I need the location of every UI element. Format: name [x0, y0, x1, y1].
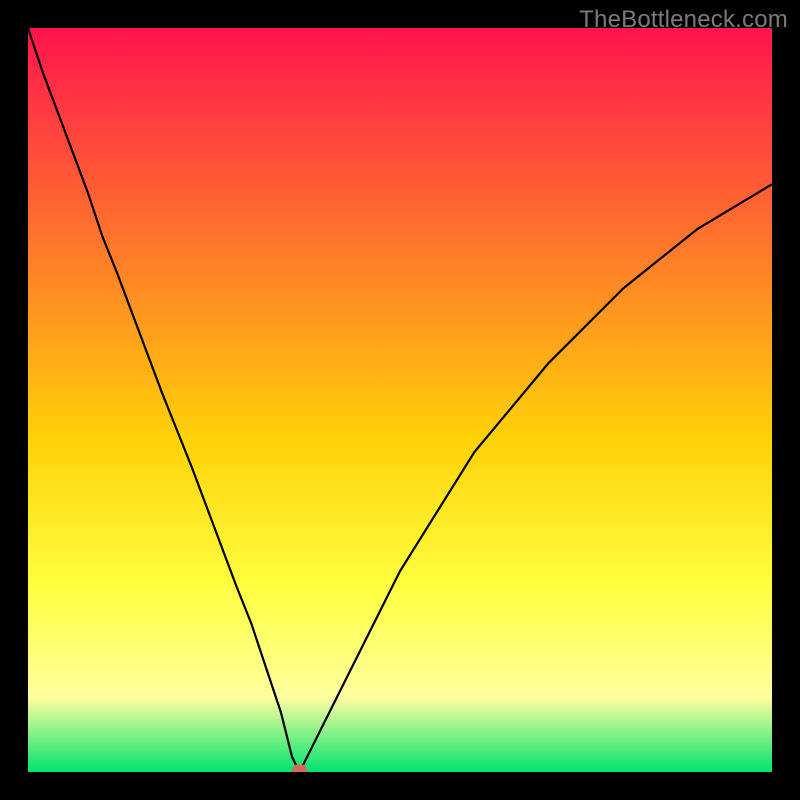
gradient-background	[28, 28, 772, 772]
optimal-marker	[293, 765, 307, 772]
chart-svg	[28, 28, 772, 772]
plot-area	[28, 28, 772, 772]
chart-frame: TheBottleneck.com	[0, 0, 800, 800]
